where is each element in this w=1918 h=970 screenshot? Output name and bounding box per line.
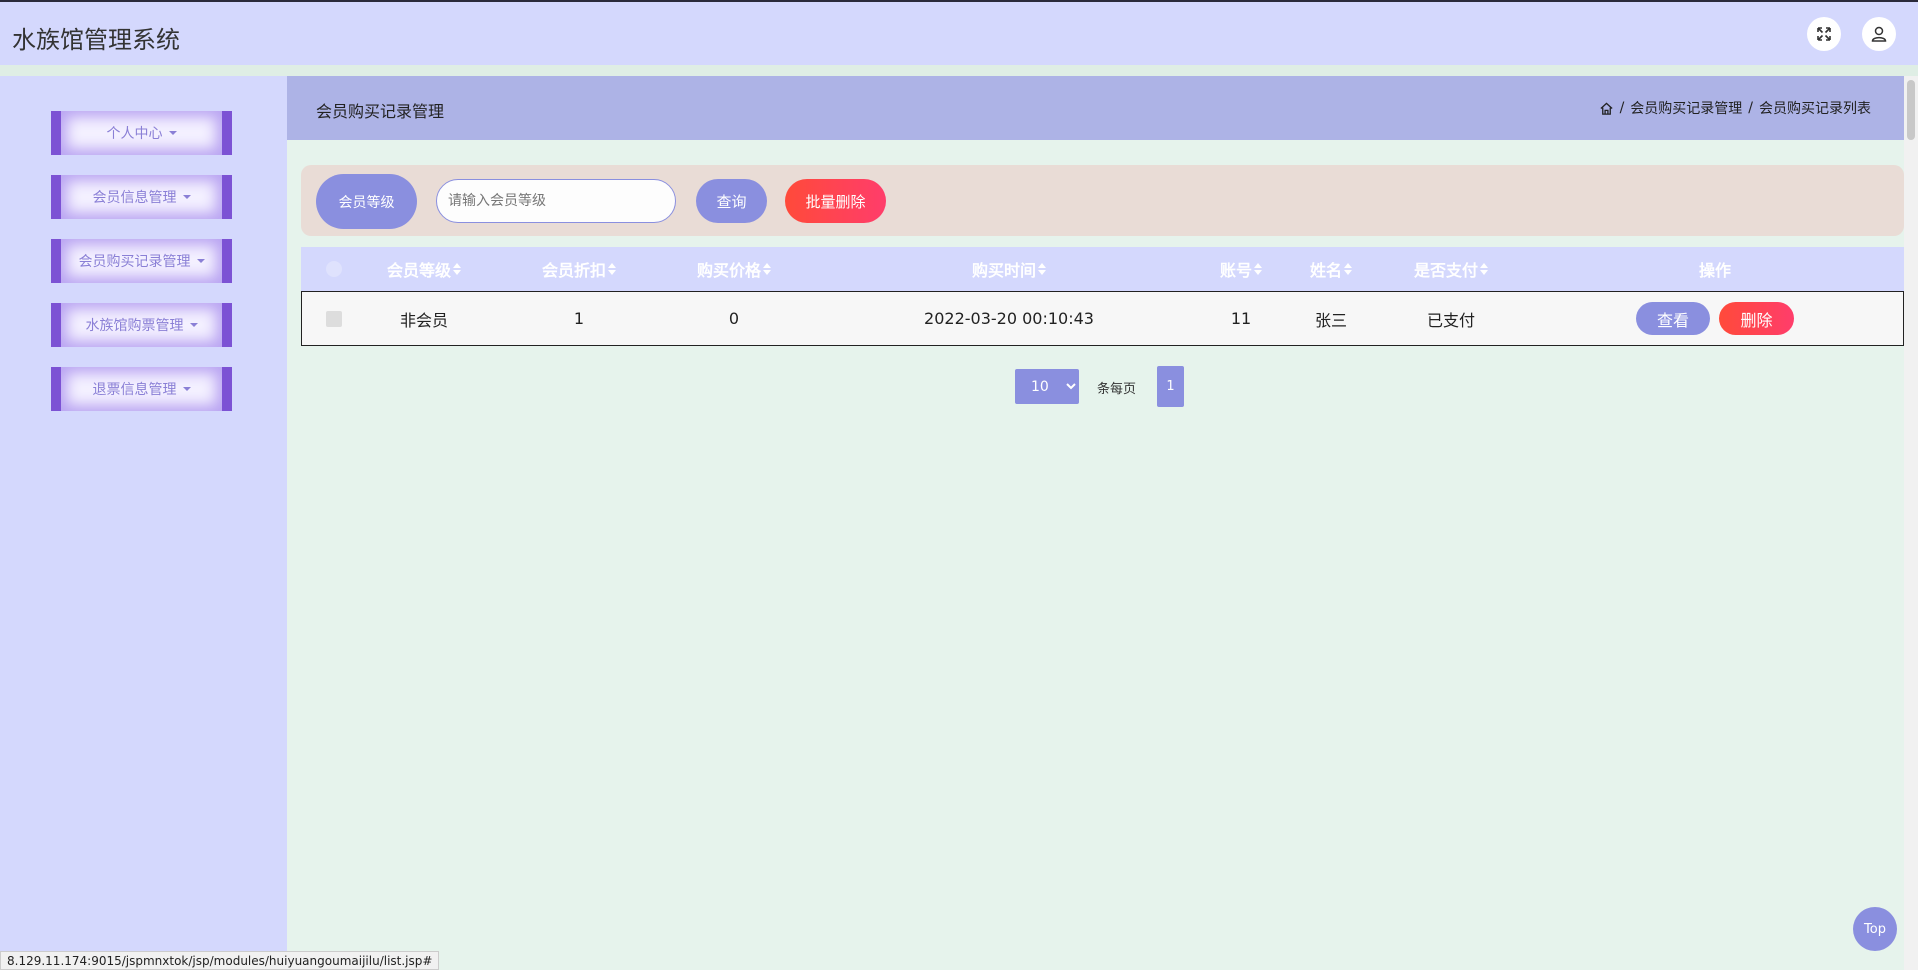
content-header: 会员购买记录管理 / 会员购买记录管理 / 会员购买记录列表 [287, 76, 1904, 140]
table-row: 非会员 1 0 2022-03-20 00:10:43 11 张三 已支付 查看… [301, 291, 1904, 346]
sidebar-item-member-info[interactable]: 会员信息管理 [51, 175, 232, 219]
column-label: 会员等级 [386, 261, 451, 280]
column-header[interactable]: 姓名 [1286, 247, 1376, 291]
breadcrumb-separator: / [1748, 100, 1753, 116]
cell-paid: 已支付 [1426, 310, 1475, 330]
query-button[interactable]: 查询 [696, 179, 767, 223]
search-bar: 会员等级 查询 批量删除 [301, 165, 1904, 236]
sort-icon [1344, 263, 1352, 275]
breadcrumb-link[interactable]: 会员购买记录管理 [1630, 98, 1742, 118]
column-label: 是否支付 [1413, 261, 1478, 280]
expand-icon [1817, 27, 1831, 41]
back-to-top-button[interactable]: Top [1853, 907, 1897, 951]
select-all-checkbox[interactable] [321, 247, 347, 291]
column-label: 账号 [1219, 261, 1252, 280]
sidebar-item-member-purchase[interactable]: 会员购买记录管理 [51, 239, 232, 283]
sidebar-item-label: 会员购买记录管理 [78, 254, 191, 270]
column-label: 购买价格 [696, 261, 761, 280]
table-header: 会员等级 会员折扣 购买价格 购买时间 账号 姓名 是否支付 操作 [301, 247, 1904, 291]
caret-down-icon [168, 131, 177, 135]
column-header[interactable]: 会员折扣 [524, 247, 634, 291]
user-button[interactable] [1862, 17, 1896, 51]
cell-name: 张三 [1314, 310, 1347, 330]
sidebar-item-personal-center[interactable]: 个人中心 [51, 111, 232, 155]
sort-icon [453, 263, 461, 275]
view-button[interactable]: 查看 [1636, 302, 1710, 335]
column-header[interactable]: 购买时间 [919, 247, 1099, 291]
search-input[interactable] [436, 179, 676, 223]
breadcrumb-current: 会员购买记录列表 [1759, 101, 1871, 117]
sort-icon [763, 263, 771, 275]
column-header[interactable]: 是否支付 [1391, 247, 1511, 291]
column-label: 操作 [1698, 261, 1731, 280]
link-status-bar: 8.129.11.174:9015/jspmnxtok/jsp/modules/… [0, 951, 440, 970]
sidebar-item-label: 水族馆购票管理 [85, 318, 184, 334]
sidebar-item-label: 会员信息管理 [92, 190, 177, 206]
app-title: 水族馆管理系统 [12, 26, 180, 54]
fullscreen-button[interactable] [1807, 17, 1841, 51]
sidebar-item-label: 个人中心 [106, 126, 163, 142]
scrollbar[interactable] [1904, 76, 1918, 970]
cell-discount: 1 [573, 309, 585, 328]
column-header[interactable]: 会员等级 [369, 247, 479, 291]
column-label: 会员折扣 [541, 261, 606, 280]
caret-down-icon [182, 387, 191, 391]
cell-account: 11 [1230, 309, 1252, 328]
row-checkbox-cell[interactable] [321, 292, 347, 345]
column-header[interactable]: 账号 [1201, 247, 1281, 291]
caret-down-icon [182, 195, 191, 199]
home-icon[interactable] [1599, 101, 1614, 116]
sort-icon [1038, 263, 1046, 275]
page-size-select[interactable]: 10 [1015, 369, 1079, 404]
per-page-label: 条每页 [1097, 382, 1137, 397]
breadcrumb: / 会员购买记录管理 / 会员购买记录列表 [1599, 98, 1871, 118]
checkbox[interactable] [326, 261, 342, 277]
header-divider [0, 65, 1918, 76]
page-number-button[interactable]: 1 [1157, 366, 1184, 407]
row-checkbox[interactable] [326, 310, 342, 327]
top-header: 水族馆管理系统 [0, 0, 1918, 65]
cell-price: 0 [728, 309, 740, 328]
cell-actions: 查看 删除 [1615, 292, 1815, 345]
sidebar-item-refund-info[interactable]: 退票信息管理 [51, 367, 232, 411]
cell-time: 2022-03-20 00:10:43 [924, 309, 1094, 328]
breadcrumb-separator: / [1619, 100, 1625, 116]
batch-delete-button[interactable]: 批量删除 [785, 179, 886, 223]
column-label: 购买时间 [971, 261, 1036, 280]
delete-button[interactable]: 删除 [1719, 302, 1794, 335]
sidebar: 个人中心 会员信息管理 会员购买记录管理 水族馆购票管理 退票信息管理 [0, 76, 287, 970]
sort-icon [608, 263, 616, 275]
scrollbar-thumb[interactable] [1907, 80, 1915, 140]
column-label: 姓名 [1309, 261, 1342, 280]
sidebar-item-label: 退票信息管理 [92, 382, 177, 398]
user-icon [1871, 26, 1887, 42]
caret-down-icon [189, 323, 198, 327]
sort-icon [1480, 263, 1488, 275]
sidebar-item-ticket-purchase[interactable]: 水族馆购票管理 [51, 303, 232, 347]
search-field-label: 会员等级 [316, 174, 417, 229]
page-title: 会员购买记录管理 [316, 102, 445, 121]
cell-level: 非会员 [399, 310, 448, 330]
caret-down-icon [196, 259, 205, 263]
column-header[interactable]: 购买价格 [679, 247, 789, 291]
sort-icon [1254, 263, 1262, 275]
column-header-actions: 操作 [1615, 247, 1815, 291]
data-table: 会员等级 会员折扣 购买价格 购买时间 账号 姓名 是否支付 操作 非会员 1 … [301, 247, 1904, 346]
